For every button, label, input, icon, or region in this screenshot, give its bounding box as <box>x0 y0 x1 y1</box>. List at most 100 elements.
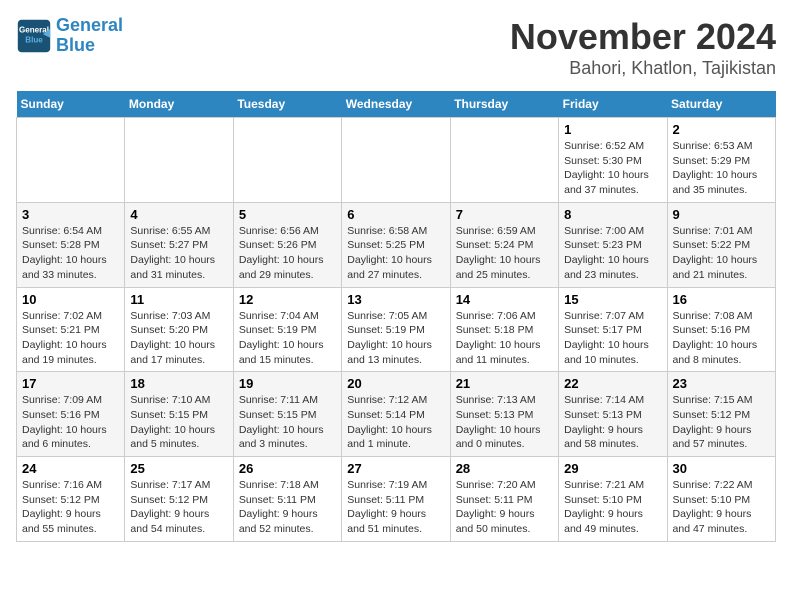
day-info: Sunrise: 6:54 AM Sunset: 5:28 PM Dayligh… <box>22 224 119 283</box>
day-number: 20 <box>347 376 444 391</box>
calendar-cell: 24 Sunrise: 7:16 AM Sunset: 5:12 PM Dayli… <box>17 457 125 542</box>
calendar-cell <box>233 118 341 203</box>
day-number: 18 <box>130 376 227 391</box>
calendar-cell: 12 Sunrise: 7:04 AM Sunset: 5:19 PM Dayli… <box>233 287 341 372</box>
calendar-cell: 20Sunrise: 7:12 AM Sunset: 5:14 PM Dayli… <box>342 372 450 457</box>
day-header: Thursday <box>450 91 558 118</box>
day-number: 9 <box>673 207 770 222</box>
calendar-cell: 22Sunrise: 7:14 AM Sunset: 5:13 PM Dayli… <box>559 372 667 457</box>
svg-text:Blue: Blue <box>25 35 43 44</box>
day-number: 12 <box>239 292 336 307</box>
day-info: Sunrise: 7:04 AM Sunset: 5:19 PM Dayligh… <box>239 309 336 368</box>
day-info: Sunrise: 7:17 AM Sunset: 5:12 PM Dayligh… <box>130 478 227 537</box>
title-area: November 2024 Bahori, Khatlon, Tajikista… <box>510 16 776 79</box>
day-info: Sunrise: 6:53 AM Sunset: 5:29 PM Dayligh… <box>673 139 770 198</box>
day-number: 1 <box>564 122 661 137</box>
day-number: 11 <box>130 292 227 307</box>
day-number: 28 <box>456 461 553 476</box>
calendar-cell: 2Sunrise: 6:53 AM Sunset: 5:29 PM Daylig… <box>667 118 775 203</box>
day-info: Sunrise: 7:06 AM Sunset: 5:18 PM Dayligh… <box>456 309 553 368</box>
day-info: Sunrise: 7:07 AM Sunset: 5:17 PM Dayligh… <box>564 309 661 368</box>
day-info: Sunrise: 7:22 AM Sunset: 5:10 PM Dayligh… <box>673 478 770 537</box>
calendar-cell: 21 Sunrise: 7:13 AM Sunset: 5:13 PM Dayli… <box>450 372 558 457</box>
calendar-cell: 17Sunrise: 7:09 AM Sunset: 5:16 PM Dayli… <box>17 372 125 457</box>
day-number: 16 <box>673 292 770 307</box>
calendar-cell <box>342 118 450 203</box>
calendar-header-row: SundayMondayTuesdayWednesdayThursdayFrid… <box>17 91 776 118</box>
calendar-cell <box>450 118 558 203</box>
day-info: Sunrise: 7:02 AM Sunset: 5:21 PM Dayligh… <box>22 309 119 368</box>
day-number: 23 <box>673 376 770 391</box>
calendar-cell: 11 Sunrise: 7:03 AM Sunset: 5:20 PM Dayli… <box>125 287 233 372</box>
calendar-cell: 25 Sunrise: 7:17 AM Sunset: 5:12 PM Dayli… <box>125 457 233 542</box>
day-number: 22 <box>564 376 661 391</box>
day-header: Friday <box>559 91 667 118</box>
day-number: 19 <box>239 376 336 391</box>
day-number: 10 <box>22 292 119 307</box>
day-header: Saturday <box>667 91 775 118</box>
day-info: Sunrise: 7:13 AM Sunset: 5:13 PM Dayligh… <box>456 393 553 452</box>
logo-text: General Blue <box>56 16 123 56</box>
location-title: Bahori, Khatlon, Tajikistan <box>510 58 776 79</box>
header: General Blue General Blue November 2024 … <box>16 16 776 79</box>
day-info: Sunrise: 6:52 AM Sunset: 5:30 PM Dayligh… <box>564 139 661 198</box>
day-number: 15 <box>564 292 661 307</box>
calendar-cell: 1 Sunrise: 6:52 AM Sunset: 5:30 PM Daylig… <box>559 118 667 203</box>
day-number: 29 <box>564 461 661 476</box>
day-number: 4 <box>130 207 227 222</box>
logo-line2: Blue <box>56 35 95 55</box>
day-header: Wednesday <box>342 91 450 118</box>
day-info: Sunrise: 7:10 AM Sunset: 5:15 PM Dayligh… <box>130 393 227 452</box>
day-info: Sunrise: 7:08 AM Sunset: 5:16 PM Dayligh… <box>673 309 770 368</box>
day-header: Monday <box>125 91 233 118</box>
day-number: 14 <box>456 292 553 307</box>
calendar-week-row: 24 Sunrise: 7:16 AM Sunset: 5:12 PM Dayli… <box>17 457 776 542</box>
day-info: Sunrise: 7:09 AM Sunset: 5:16 PM Dayligh… <box>22 393 119 452</box>
calendar-cell: 15 Sunrise: 7:07 AM Sunset: 5:17 PM Dayli… <box>559 287 667 372</box>
calendar-cell: 9 Sunrise: 7:01 AM Sunset: 5:22 PM Daylig… <box>667 202 775 287</box>
calendar-week-row: 17Sunrise: 7:09 AM Sunset: 5:16 PM Dayli… <box>17 372 776 457</box>
calendar-cell: 8 Sunrise: 7:00 AM Sunset: 5:23 PM Daylig… <box>559 202 667 287</box>
day-info: Sunrise: 7:16 AM Sunset: 5:12 PM Dayligh… <box>22 478 119 537</box>
day-info: Sunrise: 6:55 AM Sunset: 5:27 PM Dayligh… <box>130 224 227 283</box>
day-number: 25 <box>130 461 227 476</box>
calendar-cell: 29Sunrise: 7:21 AM Sunset: 5:10 PM Dayli… <box>559 457 667 542</box>
day-info: Sunrise: 7:19 AM Sunset: 5:11 PM Dayligh… <box>347 478 444 537</box>
calendar-cell <box>125 118 233 203</box>
day-info: Sunrise: 7:11 AM Sunset: 5:15 PM Dayligh… <box>239 393 336 452</box>
day-header: Sunday <box>17 91 125 118</box>
calendar-cell <box>17 118 125 203</box>
calendar-cell: 18 Sunrise: 7:10 AM Sunset: 5:15 PM Dayli… <box>125 372 233 457</box>
logo: General Blue General Blue <box>16 16 123 56</box>
day-info: Sunrise: 7:01 AM Sunset: 5:22 PM Dayligh… <box>673 224 770 283</box>
calendar-cell: 27 Sunrise: 7:19 AM Sunset: 5:11 PM Dayli… <box>342 457 450 542</box>
day-number: 30 <box>673 461 770 476</box>
day-number: 5 <box>239 207 336 222</box>
day-number: 8 <box>564 207 661 222</box>
calendar-cell: 10 Sunrise: 7:02 AM Sunset: 5:21 PM Dayli… <box>17 287 125 372</box>
day-header: Tuesday <box>233 91 341 118</box>
calendar-cell: 26Sunrise: 7:18 AM Sunset: 5:11 PM Dayli… <box>233 457 341 542</box>
day-info: Sunrise: 7:20 AM Sunset: 5:11 PM Dayligh… <box>456 478 553 537</box>
logo-line1: General <box>56 15 123 35</box>
svg-text:General: General <box>19 25 49 34</box>
calendar-cell: 5Sunrise: 6:56 AM Sunset: 5:26 PM Daylig… <box>233 202 341 287</box>
day-info: Sunrise: 6:59 AM Sunset: 5:24 PM Dayligh… <box>456 224 553 283</box>
day-info: Sunrise: 7:15 AM Sunset: 5:12 PM Dayligh… <box>673 393 770 452</box>
calendar-cell: 23 Sunrise: 7:15 AM Sunset: 5:12 PM Dayli… <box>667 372 775 457</box>
day-number: 27 <box>347 461 444 476</box>
calendar-week-row: 10 Sunrise: 7:02 AM Sunset: 5:21 PM Dayli… <box>17 287 776 372</box>
day-number: 21 <box>456 376 553 391</box>
calendar-cell: 3Sunrise: 6:54 AM Sunset: 5:28 PM Daylig… <box>17 202 125 287</box>
calendar-cell: 6Sunrise: 6:58 AM Sunset: 5:25 PM Daylig… <box>342 202 450 287</box>
day-info: Sunrise: 7:03 AM Sunset: 5:20 PM Dayligh… <box>130 309 227 368</box>
calendar-table: SundayMondayTuesdayWednesdayThursdayFrid… <box>16 91 776 542</box>
day-info: Sunrise: 7:18 AM Sunset: 5:11 PM Dayligh… <box>239 478 336 537</box>
day-info: Sunrise: 7:05 AM Sunset: 5:19 PM Dayligh… <box>347 309 444 368</box>
day-info: Sunrise: 7:00 AM Sunset: 5:23 PM Dayligh… <box>564 224 661 283</box>
calendar-cell: 7 Sunrise: 6:59 AM Sunset: 5:24 PM Daylig… <box>450 202 558 287</box>
logo-icon: General Blue <box>16 18 52 54</box>
calendar-body: 1 Sunrise: 6:52 AM Sunset: 5:30 PM Daylig… <box>17 118 776 542</box>
day-number: 7 <box>456 207 553 222</box>
day-number: 24 <box>22 461 119 476</box>
